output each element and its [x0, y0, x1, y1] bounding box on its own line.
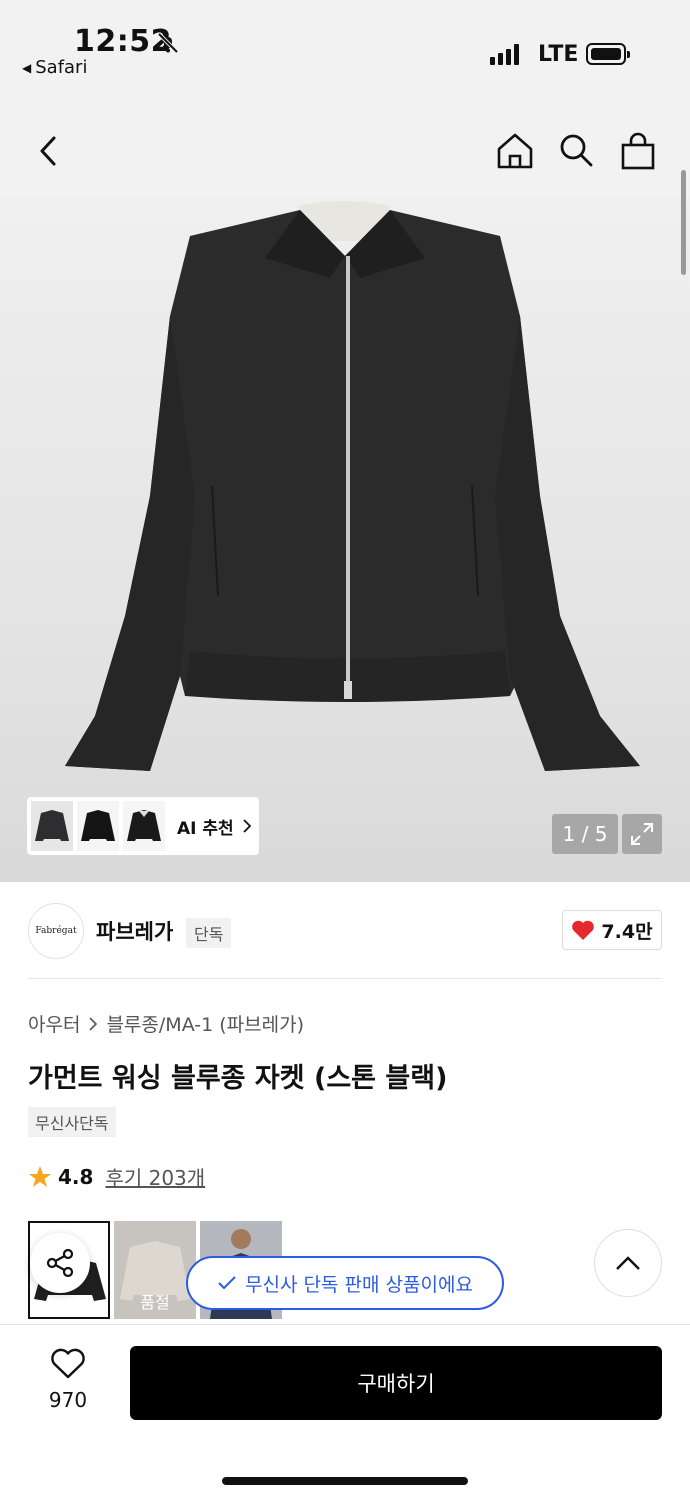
reviews-link[interactable]: 후기 203개 — [105, 1162, 205, 1191]
share-icon — [46, 1248, 74, 1278]
star-icon — [29, 1165, 51, 1187]
toast-text: 무신사 단독 판매 상품이에요 — [245, 1273, 473, 1296]
battery-icon — [586, 43, 630, 65]
search-icon[interactable] — [558, 132, 594, 168]
back-chevron-icon[interactable] — [36, 134, 62, 168]
ai-thumb-2 — [77, 801, 119, 851]
divider — [28, 978, 662, 979]
rating-score: 4.8 — [58, 1164, 94, 1189]
scroll-indicator[interactable] — [681, 170, 686, 275]
soldout-label: 품절 — [140, 1293, 170, 1312]
back-triangle-icon: ◀ — [22, 60, 32, 75]
home-icon[interactable] — [496, 132, 534, 170]
bell-slash-icon — [157, 32, 179, 54]
expand-button[interactable] — [622, 814, 662, 854]
brand-name[interactable]: 파브레가 — [96, 916, 173, 946]
ai-recommend-button[interactable]: AI 추천 — [27, 797, 259, 855]
image-counter: 1 / 5 — [552, 814, 618, 854]
heart-outline-icon — [51, 1348, 85, 1379]
back-app-label: Safari — [35, 57, 88, 78]
brand-like-button[interactable]: 7.4만 — [562, 910, 662, 950]
scroll-top-button[interactable] — [594, 1229, 662, 1297]
option-thumb-2[interactable]: 품절 — [114, 1221, 196, 1319]
home-indicator[interactable] — [222, 1477, 468, 1485]
exclusive-toast: 무신사 단독 판매 상품이에요 — [186, 1256, 504, 1310]
breadcrumb-item-1[interactable]: 아우터 — [28, 1010, 80, 1037]
network-label: LTE — [538, 42, 579, 67]
ai-thumb-3 — [123, 801, 165, 851]
breadcrumb-item-2[interactable]: 블루종/MA-1 (파브레가) — [106, 1010, 304, 1037]
exclusive-tag: 무신사단독 — [28, 1107, 116, 1137]
wishlist-button[interactable]: 970 — [40, 1348, 96, 1412]
check-icon — [218, 1276, 236, 1290]
product-title: 가먼트 워싱 블루종 자켓 (스톤 블랙) — [28, 1063, 448, 1094]
back-to-safari[interactable]: ◀ Safari — [22, 57, 87, 78]
jacket-illustration — [65, 201, 640, 771]
brand-exclusive-badge: 단독 — [186, 918, 232, 948]
heart-filled-icon — [572, 920, 595, 940]
chevron-up-icon — [616, 1256, 640, 1270]
breadcrumb: 아우터 블루종/MA-1 (파브레가) — [28, 1010, 304, 1037]
rating-row: 4.8 후기 203개 — [28, 1162, 205, 1191]
brand-logo-text: Fabrégat — [35, 926, 77, 936]
brand-like-count: 7.4만 — [601, 920, 653, 943]
expand-icon — [631, 823, 653, 845]
shopping-bag-icon[interactable] — [620, 132, 656, 170]
ai-recommend-label: AI 추천 — [177, 818, 234, 839]
wishlist-count: 970 — [48, 1388, 88, 1412]
chevron-right-icon — [89, 1016, 98, 1031]
product-image[interactable] — [0, 196, 690, 882]
brand-logo[interactable]: Fabrégat — [28, 903, 84, 959]
chevron-right-icon — [243, 819, 251, 833]
ai-thumb-1 — [31, 801, 73, 851]
signal-icon — [490, 43, 519, 65]
buy-button[interactable]: 구매하기 — [130, 1346, 662, 1420]
share-button[interactable] — [30, 1233, 90, 1293]
